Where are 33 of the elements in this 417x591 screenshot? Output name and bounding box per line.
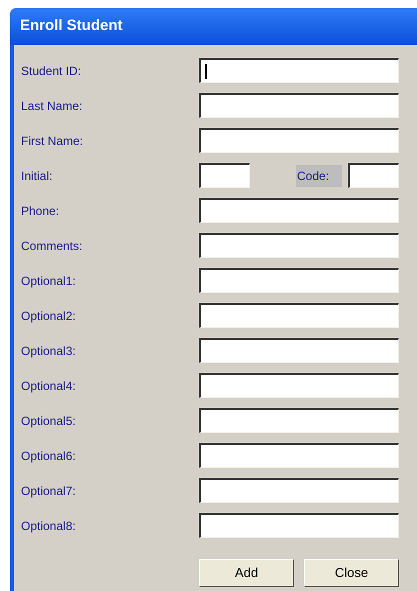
field-label: Optional3: [20,342,77,360]
input-field[interactable] [199,163,250,188]
input-field[interactable] [199,408,399,433]
field-label: Initial: [20,168,54,184]
field-label: Code: [296,164,342,186]
input-field[interactable] [199,373,399,398]
input-field[interactable] [199,268,399,293]
input-field[interactable] [199,338,399,363]
field-label: First Name: [20,132,84,150]
field-label: Optional8: [20,518,77,534]
field-label: Student ID: [20,62,82,80]
input-field[interactable] [199,233,399,258]
input-field[interactable] [199,93,399,118]
field-label: Optional7: [20,482,77,500]
input-field[interactable] [199,58,399,83]
window-title: Enroll Student [19,16,122,36]
field-label: Comments: [20,238,84,254]
field-label: Optional1: [20,272,77,290]
input-field[interactable] [348,163,399,188]
input-field[interactable] [199,478,399,503]
field-label: Phone: [20,202,60,220]
input-field[interactable] [199,513,399,538]
field-label: Optional6: [20,448,77,464]
input-field[interactable] [199,303,399,328]
field-label: Last Name: [20,98,84,114]
field-label: Optional2: [20,308,77,324]
input-field[interactable] [199,443,399,468]
input-field[interactable] [199,198,399,223]
dialog-button[interactable]: Close [304,559,399,587]
dialog-button[interactable]: Add [199,559,294,587]
field-label: Optional4: [20,378,77,394]
input-field[interactable] [199,128,399,153]
field-label: Optional5: [20,412,77,430]
